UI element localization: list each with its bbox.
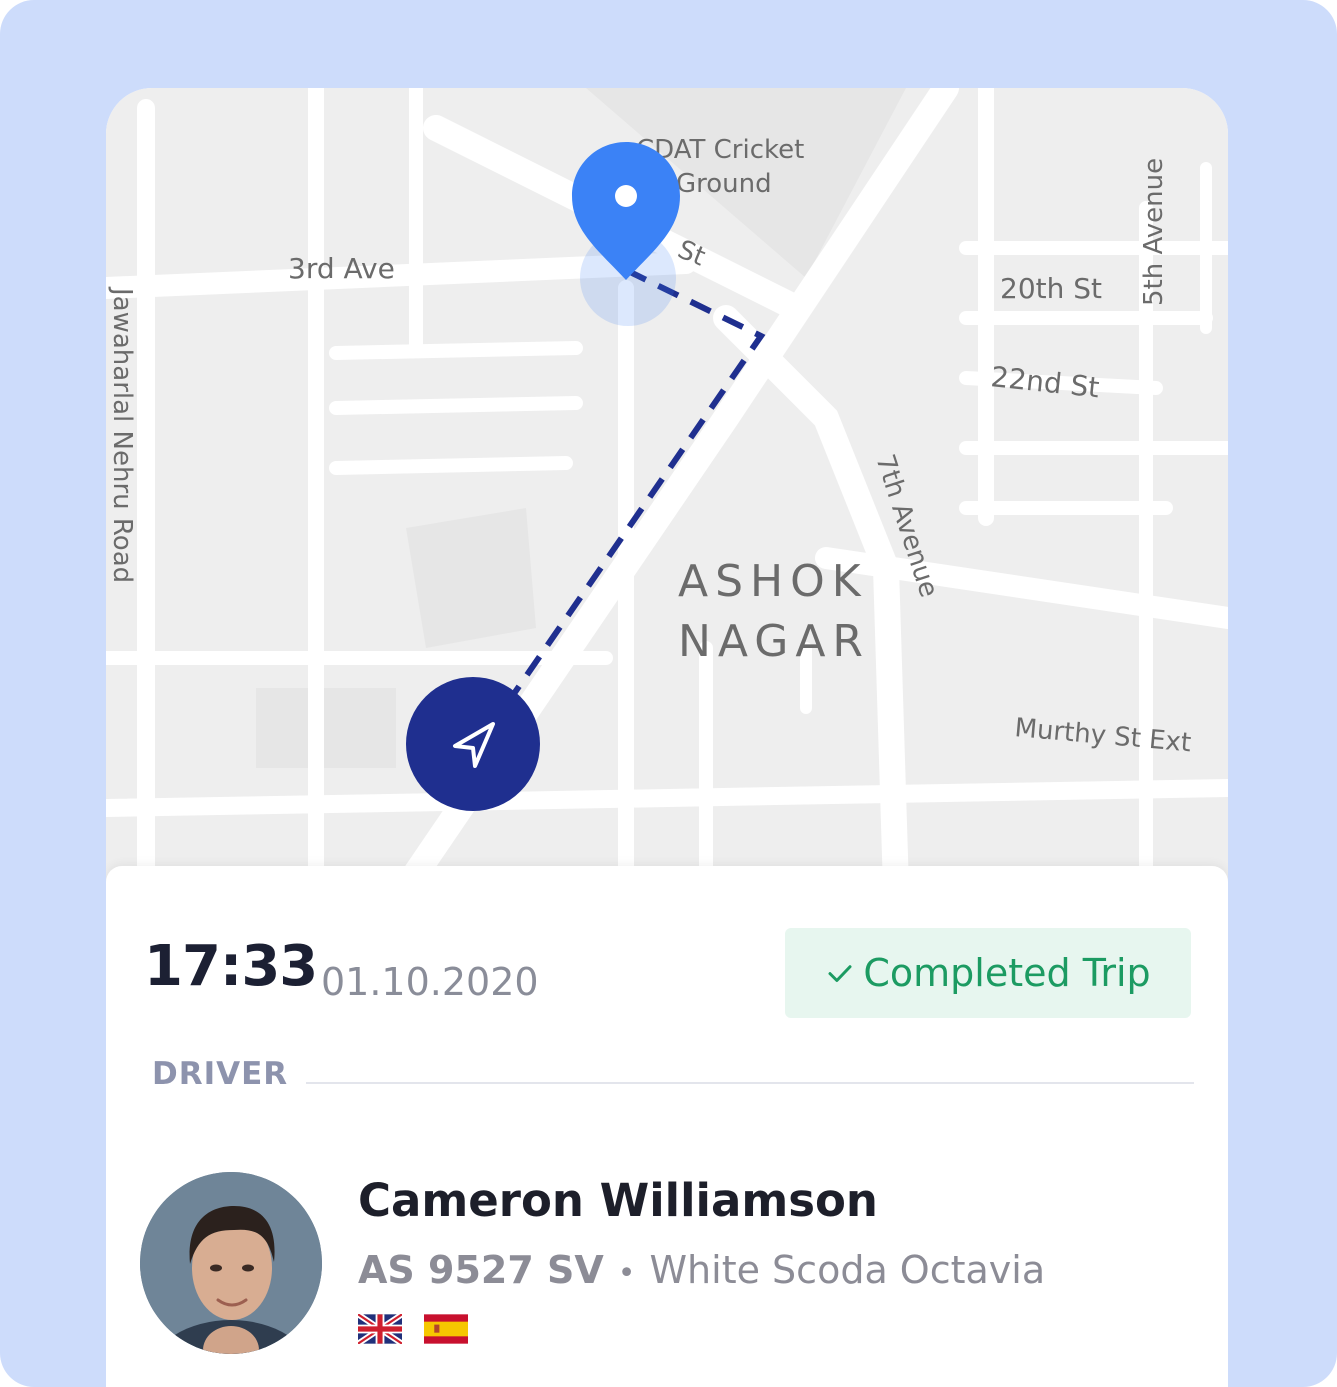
navigation-arrow-icon[interactable]: [406, 677, 540, 811]
trip-date: 01.10.2020: [321, 960, 539, 1004]
car-model: White Scoda Octavia: [649, 1248, 1046, 1292]
map-canvas[interactable]: CDAT Cricket Ground St 3rd Ave 20th St 2…: [106, 88, 1228, 888]
map-label-5th-avenue: 5th Avenue: [1139, 158, 1169, 306]
license-plate: AS 9527 SV: [358, 1248, 604, 1292]
checkmark-icon: [828, 965, 852, 982]
driver-languages: [358, 1314, 468, 1344]
separator-dot: •: [617, 1256, 636, 1291]
map-label-ground-2: Ground: [676, 169, 772, 199]
location-pin-icon[interactable]: [572, 142, 680, 326]
driver-avatar[interactable]: [140, 1172, 322, 1354]
trip-card: CDAT Cricket Ground St 3rd Ave 20th St 2…: [106, 88, 1228, 1387]
uk-flag-icon: [358, 1314, 402, 1344]
map-label-3rd-ave: 3rd Ave: [288, 252, 395, 285]
section-divider: [306, 1082, 1194, 1084]
map-label-nehru-road: Jawaharlal Nehru Road: [107, 286, 137, 583]
map-label-area-2: NAGAR: [678, 616, 870, 667]
driver-section-label: DRIVER: [152, 1056, 289, 1092]
spain-flag-icon: [424, 1314, 468, 1344]
trip-status-label: Completed Trip: [863, 951, 1151, 995]
trip-details-panel: 17:33 01.10.2020 Completed Trip DRIVER C…: [106, 866, 1228, 1387]
trip-time: 17:33: [144, 934, 318, 999]
trip-status-badge: Completed Trip: [785, 928, 1191, 1018]
driver-name: Cameron Williamson: [358, 1174, 878, 1227]
vehicle-info: AS 9527 SV • White Scoda Octavia: [358, 1248, 1045, 1292]
app-frame: CDAT Cricket Ground St 3rd Ave 20th St 2…: [0, 0, 1337, 1387]
driver-photo: [140, 1172, 322, 1354]
map-view[interactable]: CDAT Cricket Ground St 3rd Ave 20th St 2…: [106, 88, 1228, 888]
map-label-20th-st: 20th St: [1000, 272, 1102, 305]
map-label-area-1: ASHOK: [678, 556, 868, 607]
